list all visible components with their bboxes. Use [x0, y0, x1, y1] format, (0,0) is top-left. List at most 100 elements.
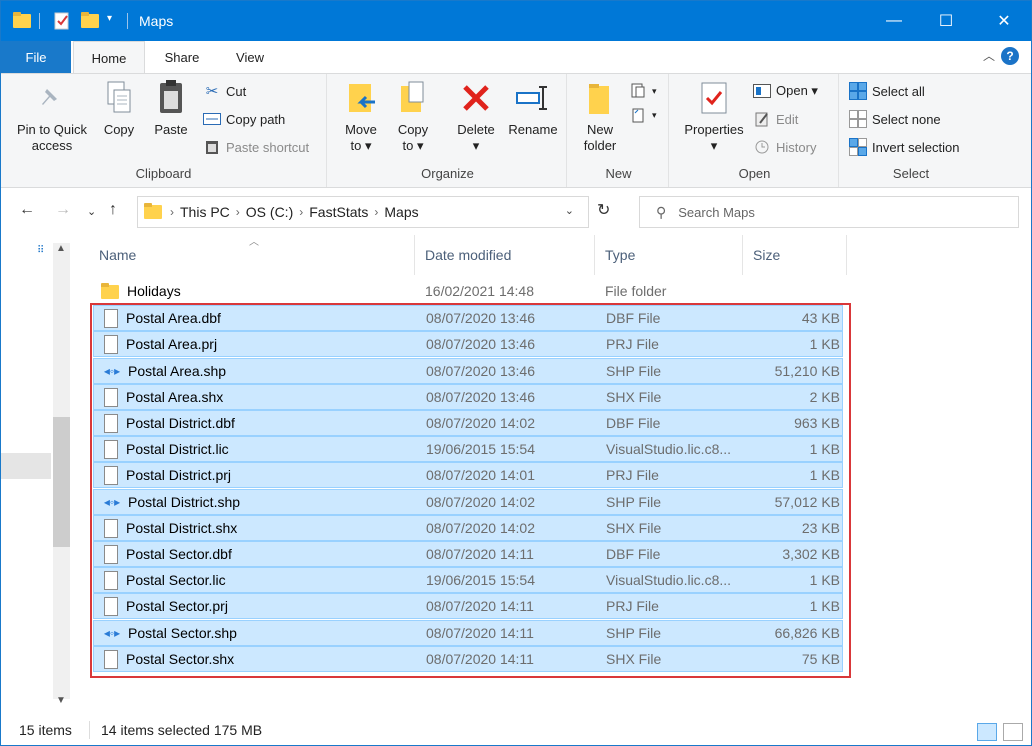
search-icon: ⚲ [656, 203, 667, 220]
clipboard-icon [153, 78, 189, 118]
tab-home[interactable]: Home [73, 41, 145, 74]
organize-group-label: Organize [421, 166, 474, 181]
refresh-icon[interactable]: ↻ [597, 200, 610, 220]
breadcrumb-os-c[interactable]: OS (C:) [246, 204, 293, 220]
invert-selection-icon [849, 138, 867, 156]
copy-icon [101, 78, 137, 118]
collapse-ribbon-icon[interactable]: ︿ [983, 47, 995, 64]
breadcrumb-this-pc[interactable]: This PC [180, 204, 230, 220]
dropdown-caret-icon: ▾ [652, 109, 657, 120]
clipboard-group: Pin to Quick access Copy Paste ✂ Cut Cop… [1, 74, 327, 187]
nav-scroll-thumb[interactable] [53, 417, 70, 547]
nav-pane-options-icon[interactable]: ⠿ [37, 245, 44, 256]
invert-selection-button[interactable]: Invert selection [849, 136, 959, 158]
cut-button[interactable]: ✂ Cut [203, 80, 247, 102]
select-all-button[interactable]: Select all [849, 80, 925, 102]
column-headers: Name ︿ Date modified Type Size [89, 235, 849, 275]
help-icon[interactable]: ? [1001, 47, 1019, 65]
move-to-button[interactable]: Move to ▾ [339, 78, 383, 154]
copy-button[interactable]: Copy [97, 78, 141, 138]
select-group: Select all Select none Invert selection … [841, 74, 981, 187]
new-folder-label: New [586, 122, 613, 137]
copy-path-button[interactable]: Copy path [203, 108, 285, 130]
file-name-cell: Holidays [101, 279, 421, 303]
paste-shortcut-button[interactable]: Paste shortcut [203, 136, 309, 158]
edit-label: Edit [776, 111, 799, 127]
new-item-button[interactable]: ▾ [629, 80, 657, 102]
close-button[interactable]: ✕ [981, 1, 1027, 41]
column-size-label: Size [753, 247, 781, 263]
properties-button[interactable]: Properties ▾ [679, 78, 749, 154]
delete-label: Delete [457, 122, 495, 137]
open-group-label: Open [738, 166, 771, 181]
column-header-type[interactable]: Type [595, 235, 743, 275]
properties-label: Properties [684, 122, 744, 137]
ribbon-tabs: File Home Share View ︿ ? [1, 41, 1031, 74]
select-none-label: Select none [872, 111, 941, 127]
customize-quick-access-icon[interactable]: ▾ [107, 13, 112, 31]
navigation-pane: ⠿ ▲ ▼ [1, 235, 73, 715]
rename-button[interactable]: Rename [505, 78, 561, 138]
select-none-button[interactable]: Select none [849, 108, 941, 130]
status-divider [89, 721, 90, 739]
select-all-icon [849, 82, 867, 100]
sort-ascending-icon: ︿ [249, 237, 259, 248]
new-folder-label-line2: folder [583, 138, 617, 153]
nav-selected-item[interactable] [1, 453, 51, 479]
search-input[interactable]: Search Maps [678, 205, 755, 220]
window-title: Maps [139, 13, 174, 29]
maximize-button[interactable]: ☐ [923, 1, 969, 41]
address-bar[interactable]: › This PC › OS (C:) › FastStats › Maps ⌄ [137, 196, 589, 228]
scroll-down-icon[interactable]: ▼ [56, 695, 66, 706]
easy-access-button[interactable]: ▾ [629, 104, 657, 126]
breadcrumb-separator-icon[interactable]: › [170, 205, 174, 219]
column-header-date[interactable]: Date modified [415, 235, 595, 275]
properties-quick-icon[interactable] [53, 11, 71, 30]
new-folder-button[interactable]: New folder [575, 78, 625, 154]
file-size [751, 279, 839, 303]
file-name: Holidays [127, 283, 181, 299]
large-icons-view-icon[interactable] [1003, 723, 1023, 741]
delete-button[interactable]: Delete ▾ [453, 78, 499, 154]
new-group-label: New [605, 166, 632, 181]
back-arrow-icon[interactable]: ← [19, 201, 35, 219]
rename-label: Rename [508, 122, 558, 137]
folder-icon [13, 12, 31, 30]
copy-to-button[interactable]: Copy to ▾ [391, 78, 435, 154]
new-item-icon [629, 82, 647, 100]
forward-arrow-icon[interactable]: → [55, 201, 71, 219]
address-dropdown-chevron-icon[interactable]: ⌄ [565, 204, 574, 217]
column-type-label: Type [605, 247, 636, 263]
paste-shortcut-icon [203, 138, 221, 156]
folder-row[interactable]: Holidays 16/02/2021 14:48 File folder [93, 279, 843, 305]
separator [127, 13, 128, 29]
history-button[interactable]: History [753, 136, 816, 158]
tab-file[interactable]: File [1, 41, 71, 73]
breadcrumb-separator-icon[interactable]: › [236, 205, 240, 219]
column-header-size[interactable]: Size [743, 235, 847, 275]
recent-locations-chevron-icon[interactable]: ⌄ [87, 205, 96, 218]
column-header-name[interactable]: Name ︿ [89, 235, 415, 275]
folder-icon [101, 283, 119, 299]
new-folder-icon [582, 78, 618, 118]
paste-button[interactable]: Paste [149, 78, 193, 138]
breadcrumb-separator-icon[interactable]: › [374, 205, 378, 219]
breadcrumb-separator-icon[interactable]: › [299, 205, 303, 219]
new-folder-quick-icon[interactable] [81, 12, 99, 30]
copy-to-icon [395, 78, 431, 118]
details-view-icon[interactable] [977, 723, 997, 741]
pin-to-quick-access-button[interactable]: Pin to Quick access [9, 78, 95, 154]
scroll-up-icon[interactable]: ▲ [56, 243, 66, 254]
organize-group: Move to ▾ Copy to ▾ Delete ▾ Rename Orga… [329, 74, 567, 187]
open-button[interactable]: Open ▾ [753, 80, 818, 102]
minimize-button[interactable]: — [871, 1, 917, 41]
search-box[interactable]: ⚲ Search Maps [639, 196, 1019, 228]
breadcrumb-faststats[interactable]: FastStats [309, 204, 368, 220]
move-to-dropdown: to ▾ [350, 138, 372, 153]
edit-icon [753, 110, 771, 128]
tab-view[interactable]: View [219, 41, 281, 73]
tab-share[interactable]: Share [151, 41, 213, 73]
up-arrow-icon[interactable]: ↑ [109, 201, 117, 219]
breadcrumb-maps[interactable]: Maps [384, 204, 418, 220]
edit-button[interactable]: Edit [753, 108, 798, 130]
